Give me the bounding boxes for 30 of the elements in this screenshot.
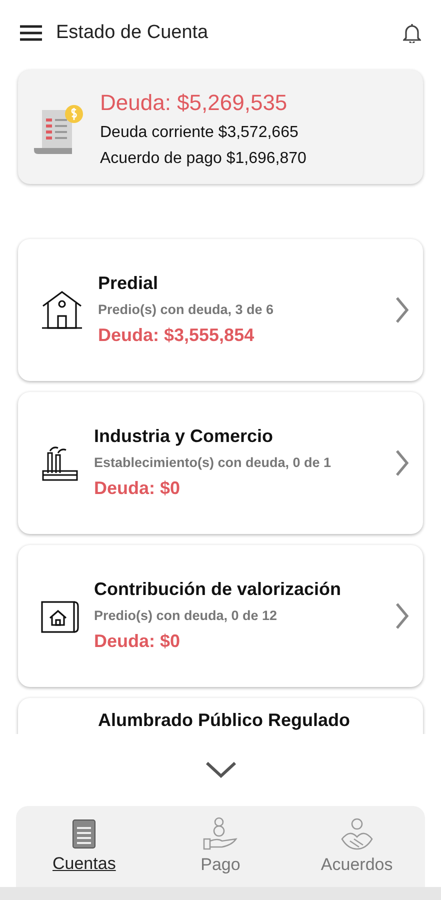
nav-tab[interactable]: Pago xyxy=(152,817,289,876)
account-card[interactable]: Alumbrado Público Regulado xyxy=(18,698,423,734)
account-card[interactable]: Contribución de valorización Predio(s) con deuda, 0 de 12 Deuda: $0 xyxy=(18,544,423,687)
document-icon xyxy=(71,818,98,850)
debt-detail: Deuda corriente $3,572,665 xyxy=(100,124,300,142)
chevron-right-icon xyxy=(395,448,409,477)
account-subtitle: Establecimiento(s) con deuda, 0 de 1 xyxy=(94,455,332,470)
debt-detail: Acuerdo de pago $1,696,870 xyxy=(100,150,308,168)
account-debt: Deuda: $0 xyxy=(94,631,182,652)
hand-coin-icon xyxy=(202,817,238,852)
nav-tab[interactable]: Cuentas xyxy=(16,818,152,874)
chevron-right-icon xyxy=(395,296,409,324)
account-card[interactable]: Predial Predio(s) con deuda, 3 de 6 Deuda: $3,555,854 xyxy=(18,238,423,381)
bell-icon[interactable] xyxy=(403,22,421,43)
chevron-right-icon xyxy=(395,602,409,630)
total-debt: Deuda: $5,269,535 xyxy=(100,90,288,116)
nav-tab[interactable]: Acuerdos xyxy=(288,817,425,876)
account-title: Contribución de valorización xyxy=(94,579,342,600)
account-subtitle: Predio(s) con deuda, 0 de 12 xyxy=(94,608,278,624)
account-title: Alumbrado Público Regulado xyxy=(98,710,350,731)
screen-title: Estado de Cuenta xyxy=(56,22,210,44)
account-subtitle: Predio(s) con deuda, 3 de 6 xyxy=(98,302,275,318)
account-title: Industria y Comercio xyxy=(94,426,274,448)
account-card[interactable]: Industria y Comercio Establecimiento(s) con deuda, 0 de 1 Deuda: $0 xyxy=(18,392,423,534)
account-title: Predial xyxy=(98,273,160,294)
account-debt: Deuda: $3,555,854 xyxy=(98,325,256,346)
menu-icon[interactable] xyxy=(20,24,42,41)
chevron-down-icon[interactable] xyxy=(204,760,236,779)
handshake-icon xyxy=(338,817,375,852)
account-debt: Deuda: $0 xyxy=(94,478,182,500)
